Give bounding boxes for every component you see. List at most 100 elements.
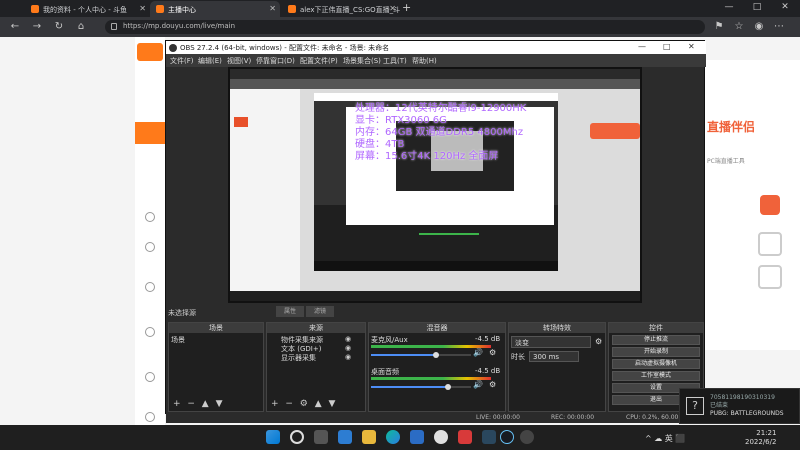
tab-label: 主播中心 (168, 6, 196, 14)
gear-icon[interactable]: ⚙ (489, 380, 496, 389)
minimize-button[interactable]: — (638, 42, 646, 51)
scenes-panel: 场景 场景 + − ▲ ▼ (168, 322, 264, 412)
close-window-button[interactable]: ✕ (771, 2, 799, 16)
obs-taskbar-icon[interactable] (520, 430, 534, 444)
filters-button[interactable]: 滤镜 (306, 306, 334, 317)
close-button[interactable]: ✕ (688, 42, 695, 51)
address-bar[interactable]: https://mp.douyu.com/live/main (105, 20, 705, 34)
source-item[interactable]: 显示器采集 (281, 353, 316, 363)
grid-icon[interactable] (758, 265, 782, 289)
speaker-icon[interactable]: 🔊 (473, 348, 483, 357)
task-view-icon[interactable] (314, 430, 328, 444)
menu-file[interactable]: 文件(F) (170, 56, 194, 66)
transitions-panel: 转场特效 淡变 ⚙ 时长 300 ms (508, 322, 606, 412)
virtual-camera-button[interactable]: 启动虚拟摄像机 (612, 359, 700, 369)
steam-icon[interactable] (500, 430, 514, 444)
nav-icon[interactable] (145, 412, 155, 422)
alien-icon[interactable] (434, 430, 448, 444)
panel-title: 混音器 (369, 323, 505, 333)
close-icon[interactable]: ✕ (139, 4, 146, 13)
start-recording-button[interactable]: 开始录制 (612, 347, 700, 357)
file-explorer-icon[interactable] (362, 430, 376, 444)
tab-anchor-center[interactable]: 主播中心 ✕ (150, 1, 280, 17)
eye-icon[interactable]: ◉ (345, 344, 351, 352)
home-icon[interactable]: ⌂ (74, 20, 88, 34)
close-icon[interactable]: ✕ (269, 4, 276, 13)
question-icon: ? (686, 397, 704, 415)
browser-toolbar: ← → ↻ ⌂ https://mp.douyu.com/live/main ⚑… (0, 17, 800, 37)
properties-button[interactable]: 属性 (276, 306, 304, 317)
nav-icon[interactable] (145, 327, 155, 337)
duration-input[interactable]: 300 ms (529, 351, 579, 362)
close-icon[interactable]: ✕ (389, 4, 396, 13)
menu-docks[interactable]: 停靠窗口(D) (256, 56, 295, 66)
game-notification[interactable]: ? 7058119819031031​9 已结束 PUBG: BATTLEGRO… (679, 388, 800, 424)
studio-mode-button[interactable]: 工作室模式 (612, 371, 700, 381)
profile-icon[interactable]: ◉ (752, 20, 766, 34)
eye-icon[interactable]: ◉ (345, 353, 351, 361)
scene-controls[interactable]: + − ▲ ▼ (173, 399, 225, 409)
game-app-icon[interactable] (458, 430, 472, 444)
transition-select[interactable]: 淡变 (511, 336, 591, 348)
maximize-button[interactable]: □ (663, 42, 671, 51)
menu-help[interactable]: 帮助(H) (412, 56, 437, 66)
sources-panel: 来源 物件采集来源 文本 (GDI+) 显示器采集 ◉ ◉ ◉ + − ⚙ ▲ … (266, 322, 366, 412)
home-icon[interactable] (758, 232, 782, 256)
scene-item[interactable]: 场景 (171, 335, 185, 345)
nav-icon[interactable] (145, 242, 155, 252)
volume-slider[interactable] (371, 354, 471, 356)
date: 2022/6/2 (745, 438, 777, 446)
menu-edit[interactable]: 编辑(E) (198, 56, 222, 66)
download-icon[interactable] (760, 195, 780, 215)
reload-icon[interactable]: ↻ (52, 20, 66, 34)
nav-icon[interactable] (145, 372, 155, 382)
tab-label: 我的资料 - 个人中心 - 斗鱼 (43, 6, 127, 14)
volume-slider[interactable] (371, 386, 471, 388)
maximize-button[interactable]: □ (743, 2, 771, 16)
channel-db: -4.5 dB (475, 335, 501, 343)
nav-item-active[interactable] (135, 122, 165, 144)
eye-icon[interactable]: ◉ (345, 335, 351, 343)
more-icon[interactable]: ⋯ (772, 20, 786, 34)
menu-view[interactable]: 视图(V) (227, 56, 251, 66)
store-icon[interactable] (410, 430, 424, 444)
minimize-button[interactable]: — (715, 2, 743, 16)
nav-icon[interactable] (145, 282, 155, 292)
menu-tools[interactable]: 工具(T) (383, 56, 407, 66)
tab-profile[interactable]: 我的资料 - 个人中心 - 斗鱼 ✕ (25, 1, 150, 17)
system-tray[interactable]: ^ ☁ 英 ⬛ (645, 433, 685, 444)
panel-title: 控件 (609, 323, 703, 333)
widgets-icon[interactable] (338, 430, 352, 444)
stream-overlay-text: 处理器：12代英特尔酷睿i9-12900HK 显卡：RTX3060 6G 内存：… (355, 103, 527, 162)
forward-arrow-icon[interactable]: → (30, 20, 44, 34)
gear-icon[interactable]: ⚙ (595, 337, 602, 346)
back-arrow-icon[interactable]: ← (8, 20, 22, 34)
volume-knob[interactable] (433, 352, 439, 358)
settings-app-icon[interactable] (482, 430, 496, 444)
extensions-icon[interactable]: ⚑ (712, 20, 726, 34)
speaker-icon[interactable]: 🔊 (473, 380, 483, 389)
promo-subtitle: PC端直播工具 (707, 158, 745, 165)
search-icon[interactable] (290, 430, 304, 444)
gear-icon[interactable]: ⚙ (489, 348, 496, 357)
edge-icon[interactable] (386, 430, 400, 444)
clock[interactable]: 21:21 2022/6/2 (745, 429, 776, 447)
source-controls[interactable]: + − ⚙ ▲ ▼ (271, 399, 337, 409)
tab-live-room[interactable]: alex下正伟直播_CS:GO直播_斗鱼 ✕ (282, 1, 400, 17)
douyu-sidebar (135, 37, 165, 425)
start-icon[interactable] (266, 430, 280, 444)
stop-stream-button[interactable]: 停止推流 (612, 335, 700, 345)
taskbar-mini (230, 291, 640, 301)
panel-title: 转场特效 (509, 323, 605, 333)
menu-profile[interactable]: 配置文件(P) (300, 56, 338, 66)
menu-scene-collection[interactable]: 场景集合(S) (343, 56, 381, 66)
panel-title: 来源 (267, 323, 365, 333)
new-tab-button[interactable]: + (402, 1, 411, 14)
douyu-favicon (288, 5, 296, 13)
douyu-favicon (31, 5, 39, 13)
favorites-icon[interactable]: ☆ (732, 20, 746, 34)
time: 21:21 (756, 429, 777, 437)
rec-timer: REC: 00:00:00 (551, 414, 595, 421)
nav-icon[interactable] (145, 212, 155, 222)
volume-knob[interactable] (445, 384, 451, 390)
